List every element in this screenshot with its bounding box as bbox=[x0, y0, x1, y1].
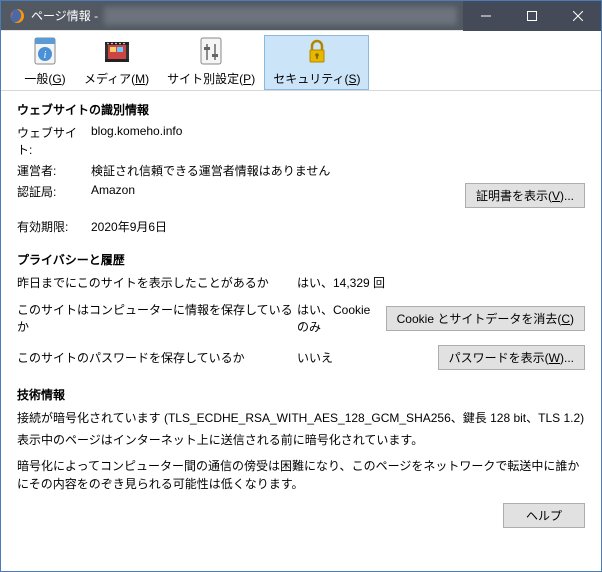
expiry-label: 有効期限: bbox=[17, 218, 91, 235]
tech-cipher: 接続が暗号化されています (TLS_ECDHE_RSA_WITH_AES_128… bbox=[17, 409, 585, 427]
tab-security-label: セキュリティ(S) bbox=[273, 70, 360, 87]
ca-label: 認証局: bbox=[17, 183, 91, 200]
tech-section: 技術情報 接続が暗号化されています (TLS_ECDHE_RSA_WITH_AE… bbox=[17, 386, 585, 528]
tab-permissions-label: サイト別設定(P) bbox=[167, 70, 255, 87]
privacy-section: プライバシーと履歴 昨日までにこのサイトを表示したことがあるか はい、14,32… bbox=[17, 251, 585, 370]
sliders-icon bbox=[195, 36, 227, 68]
minimize-button[interactable] bbox=[463, 1, 509, 31]
titlebar: ページ情報 - bbox=[1, 1, 601, 31]
svg-text:i: i bbox=[44, 50, 47, 61]
close-button[interactable] bbox=[555, 1, 601, 31]
tab-general[interactable]: i 一般(G) bbox=[15, 35, 75, 90]
website-value: blog.komeho.info bbox=[91, 124, 585, 138]
firefox-icon bbox=[9, 8, 25, 24]
owner-value: 検証され信頼できる運営者情報はありません bbox=[91, 162, 585, 179]
storage-answer: はい、Cookie のみ bbox=[297, 301, 386, 335]
clear-cookies-button[interactable]: Cookie とサイトデータを消去(C) bbox=[386, 306, 585, 331]
ca-value: Amazon bbox=[91, 183, 465, 197]
title-url-blurred bbox=[104, 7, 457, 25]
lock-icon bbox=[301, 36, 333, 68]
tech-heading: 技術情報 bbox=[17, 386, 585, 403]
help-button[interactable]: ヘルプ bbox=[503, 503, 585, 528]
info-page-icon: i bbox=[29, 36, 61, 68]
tab-security[interactable]: セキュリティ(S) bbox=[264, 35, 369, 90]
show-passwords-button[interactable]: パスワードを表示(W)... bbox=[438, 345, 585, 370]
identity-section: ウェブサイトの識別情報 ウェブサイト: blog.komeho.info 運営者… bbox=[17, 101, 585, 235]
storage-question: このサイトはコンピューターに情報を保存しているか bbox=[17, 301, 297, 335]
maximize-button[interactable] bbox=[509, 1, 555, 31]
password-answer: いいえ bbox=[297, 349, 438, 366]
website-label: ウェブサイト: bbox=[17, 124, 91, 158]
content-area: ウェブサイトの識別情報 ウェブサイト: blog.komeho.info 運営者… bbox=[1, 91, 601, 546]
tab-media[interactable]: メディア(M) bbox=[75, 35, 158, 90]
view-certificate-button[interactable]: 証明書を表示(V)... bbox=[465, 183, 585, 208]
tech-encrypted: 表示中のページはインターネット上に送信される前に暗号化されています。 bbox=[17, 431, 585, 449]
identity-heading: ウェブサイトの識別情報 bbox=[17, 101, 585, 118]
history-question: 昨日までにこのサイトを表示したことがあるか bbox=[17, 274, 297, 291]
tech-explain: 暗号化によってコンピューター間の通信の傍受は困難になり、このページをネットワーク… bbox=[17, 457, 585, 493]
password-question: このサイトのパスワードを保存しているか bbox=[17, 349, 297, 366]
tab-media-label: メディア(M) bbox=[84, 70, 149, 87]
filmstrip-icon bbox=[101, 36, 133, 68]
tab-permissions[interactable]: サイト別設定(P) bbox=[158, 35, 264, 90]
window-title: ページ情報 - bbox=[31, 7, 98, 24]
privacy-heading: プライバシーと履歴 bbox=[17, 251, 585, 268]
window-controls bbox=[463, 1, 601, 30]
toolbar: i 一般(G) メディア(M) サイト別設定(P) セキュリティ(S) bbox=[1, 31, 601, 91]
expiry-value: 2020年9月6日 bbox=[91, 218, 585, 235]
history-answer: はい、14,329 回 bbox=[297, 274, 585, 291]
owner-label: 運営者: bbox=[17, 162, 91, 179]
tab-general-label: 一般(G) bbox=[24, 70, 65, 87]
